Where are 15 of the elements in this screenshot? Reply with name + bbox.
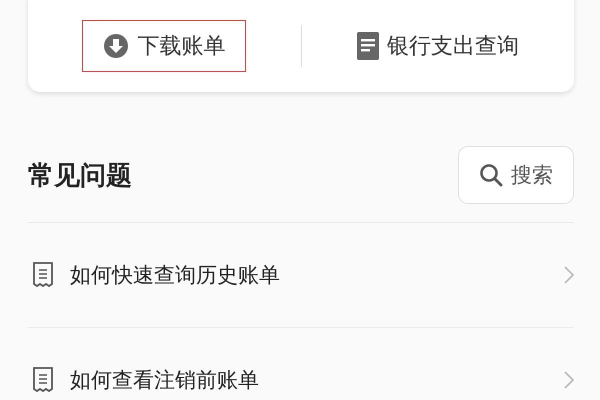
download-button[interactable]: 下载账单	[82, 20, 246, 72]
section-title: 常见问题	[28, 160, 132, 192]
receipt-icon	[32, 262, 54, 288]
faq-item[interactable]: 如何查看注销前账单	[28, 327, 574, 400]
document-icon	[356, 32, 379, 60]
search-button[interactable]: 搜索	[458, 146, 574, 204]
download-icon	[103, 33, 130, 59]
receipt-icon	[32, 367, 54, 393]
faq-question: 如何快速查询历史账单	[70, 262, 281, 289]
faq-item[interactable]: 如何快速查询历史账单	[28, 222, 574, 327]
chevron-icon	[564, 266, 574, 284]
search-icon	[479, 163, 503, 187]
document-button[interactable]: 银行支出查询	[336, 20, 540, 72]
faq-question: 如何查看注销前账单	[70, 367, 260, 394]
chevron-icon	[564, 371, 574, 389]
